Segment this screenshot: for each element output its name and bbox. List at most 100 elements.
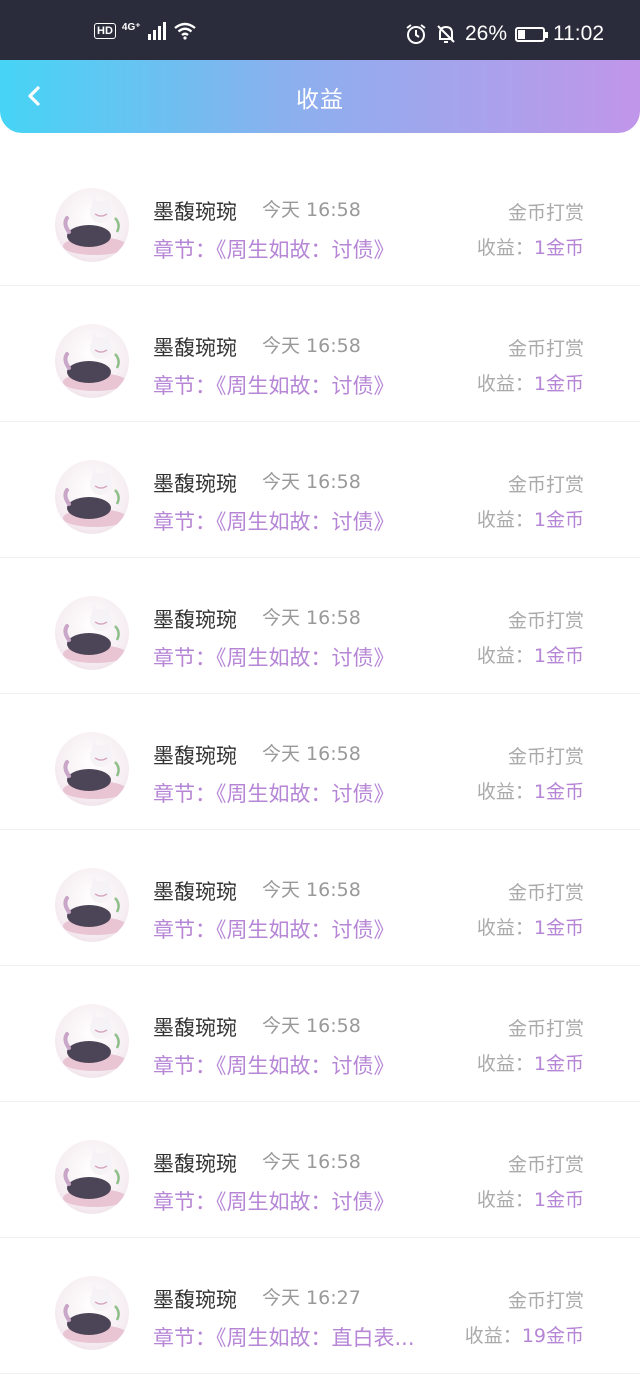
chapter[interactable]: 章节：《周生如故：直白表... (153, 1322, 415, 1352)
earnings: 收益：1金币 (477, 505, 584, 532)
earnings-record[interactable]: 墨馥琬琬 今天 16:27 金币打赏 章节：《周生如故：直白表... 收益：19… (0, 1238, 640, 1374)
cat-avatar-icon (63, 1283, 127, 1343)
earnings: 收益：1金币 (477, 233, 584, 260)
chapter[interactable]: 章节：《周生如故：讨债》 (153, 778, 395, 808)
chapter-label: 章节： (153, 782, 216, 806)
reward-time: 今天 16:58 (262, 607, 361, 629)
chapter-label: 章节： (153, 646, 216, 670)
user-name: 墨馥琬琬 (153, 1016, 237, 1040)
earnings: 收益：1金币 (477, 369, 584, 396)
earnings-value: 1金币 (533, 1053, 584, 1075)
chapter-label: 章节： (153, 1326, 216, 1350)
avatar[interactable] (55, 324, 129, 398)
chapter-label: 章节： (153, 1054, 216, 1078)
reward-time: 今天 16:58 (262, 1151, 361, 1173)
earnings-record[interactable]: 墨馥琬琬 今天 16:58 金币打赏 章节：《周生如故：讨债》 收益：1金币 (0, 558, 640, 694)
battery-level (518, 29, 525, 39)
earnings: 收益：1金币 (477, 1049, 584, 1076)
reward-type: 金币打赏 (507, 882, 584, 904)
earnings: 收益：1金币 (477, 913, 584, 940)
reward-time: 今天 16:58 (262, 1015, 361, 1037)
status-bar: HD 4G⁺ 26% 11:02 (0, 0, 640, 62)
avatar[interactable] (55, 1276, 129, 1350)
chapter[interactable]: 章节：《周生如故：讨债》 (153, 506, 395, 536)
chapter-title: 《周生如故：讨债》 (216, 646, 395, 670)
chapter-title: 《周生如故：讨债》 (216, 238, 395, 262)
earnings-label: 收益： (476, 237, 534, 259)
user-name: 墨馥琬琬 (153, 880, 237, 904)
earnings-value: 1金币 (533, 373, 584, 395)
clock: 11:02 (553, 22, 604, 45)
chapter[interactable]: 章节：《周生如故：讨债》 (153, 1186, 395, 1216)
user-name: 墨馥琬琬 (153, 744, 237, 768)
cat-avatar-icon (63, 739, 127, 799)
reward-time: 今天 16:58 (262, 199, 361, 221)
avatar[interactable] (55, 188, 129, 262)
chapter[interactable]: 章节：《周生如故：讨债》 (153, 370, 395, 400)
earnings-label: 收益： (476, 1053, 534, 1075)
earnings-label: 收益： (476, 1189, 534, 1211)
network-type: 4G⁺ (121, 21, 141, 33)
earnings-value: 19金币 (521, 1325, 584, 1347)
chapter-title: 《周生如故：讨债》 (216, 782, 395, 806)
user-name: 墨馥琬琬 (153, 336, 237, 360)
earnings-record[interactable]: 墨馥琬琬 今天 16:58 金币打赏 章节：《周生如故：讨债》 收益：1金币 (0, 422, 640, 558)
avatar[interactable] (55, 732, 129, 806)
chapter[interactable]: 章节：《周生如故：讨债》 (153, 914, 395, 944)
earnings: 收益：19金币 (465, 1321, 584, 1348)
avatar[interactable] (55, 460, 129, 534)
page-title: 收益 (296, 87, 344, 113)
earnings: 收益：1金币 (477, 1185, 584, 1212)
chapter[interactable]: 章节：《周生如故：讨债》 (153, 642, 395, 672)
reward-time: 今天 16:58 (262, 335, 361, 357)
status-left: HD 4G⁺ (94, 22, 197, 40)
earnings-value: 1金币 (533, 1189, 584, 1211)
reward-type: 金币打赏 (507, 746, 584, 768)
chapter-title: 《周生如故：直白表... (216, 1326, 415, 1350)
reward-type: 金币打赏 (507, 474, 584, 496)
earnings-record[interactable]: 墨馥琬琬 今天 16:58 金币打赏 章节：《周生如故：讨债》 收益：1金币 (0, 830, 640, 966)
earnings-value: 1金币 (533, 509, 584, 531)
mute-icon (437, 25, 455, 43)
avatar[interactable] (55, 1140, 129, 1214)
earnings-value: 1金币 (533, 917, 584, 939)
reward-type: 金币打赏 (507, 1018, 584, 1040)
reward-type: 金币打赏 (507, 338, 584, 360)
user-name: 墨馥琬琬 (153, 1288, 237, 1312)
chapter[interactable]: 章节：《周生如故：讨债》 (153, 1050, 395, 1080)
earnings-record[interactable]: 墨馥琬琬 今天 16:58 金币打赏 章节：《周生如故：讨债》 收益：1金币 (0, 694, 640, 830)
earnings-record[interactable]: 墨馥琬琬 今天 16:58 金币打赏 章节：《周生如故：讨债》 收益：1金币 (0, 150, 640, 286)
earnings-record[interactable]: 墨馥琬琬 今天 16:58 金币打赏 章节：《周生如故：讨债》 收益：1金币 (0, 1102, 640, 1238)
earnings: 收益：1金币 (477, 641, 584, 668)
cat-avatar-icon (63, 603, 127, 663)
status-right: 26% 11:02 (405, 22, 604, 46)
alarm-icon (406, 24, 426, 44)
hd-icon: HD (94, 23, 116, 39)
reward-time: 今天 16:58 (262, 879, 361, 901)
reward-time: 今天 16:27 (262, 1287, 361, 1309)
earnings-list: 墨馥琬琬 今天 16:58 金币打赏 章节：《周生如故：讨债》 收益：1金币 墨… (0, 150, 640, 1374)
chapter-label: 章节： (153, 510, 216, 534)
avatar[interactable] (55, 868, 129, 942)
chapter-title: 《周生如故：讨债》 (216, 1054, 395, 1078)
reward-time: 今天 16:58 (262, 743, 361, 765)
app-header: 收益 (0, 60, 640, 133)
earnings-record[interactable]: 墨馥琬琬 今天 16:58 金币打赏 章节：《周生如故：讨债》 收益：1金币 (0, 286, 640, 422)
chapter-title: 《周生如故：讨债》 (216, 510, 395, 534)
chapter-title: 《周生如故：讨债》 (216, 918, 395, 942)
earnings-record[interactable]: 墨馥琬琬 今天 16:58 金币打赏 章节：《周生如故：讨债》 收益：1金币 (0, 966, 640, 1102)
reward-type: 金币打赏 (507, 1290, 584, 1312)
cat-avatar-icon (63, 1147, 127, 1207)
chapter-title: 《周生如故：讨债》 (216, 374, 395, 398)
chapter-label: 章节： (153, 238, 216, 262)
avatar[interactable] (55, 1004, 129, 1078)
avatar[interactable] (55, 596, 129, 670)
reward-type: 金币打赏 (507, 610, 584, 632)
earnings-value: 1金币 (533, 237, 584, 259)
chapter[interactable]: 章节：《周生如故：讨债》 (153, 234, 395, 264)
user-name: 墨馥琬琬 (153, 608, 237, 632)
cat-avatar-icon (63, 875, 127, 935)
cat-avatar-icon (63, 331, 127, 391)
earnings-label: 收益： (476, 645, 534, 667)
user-name: 墨馥琬琬 (153, 472, 237, 496)
